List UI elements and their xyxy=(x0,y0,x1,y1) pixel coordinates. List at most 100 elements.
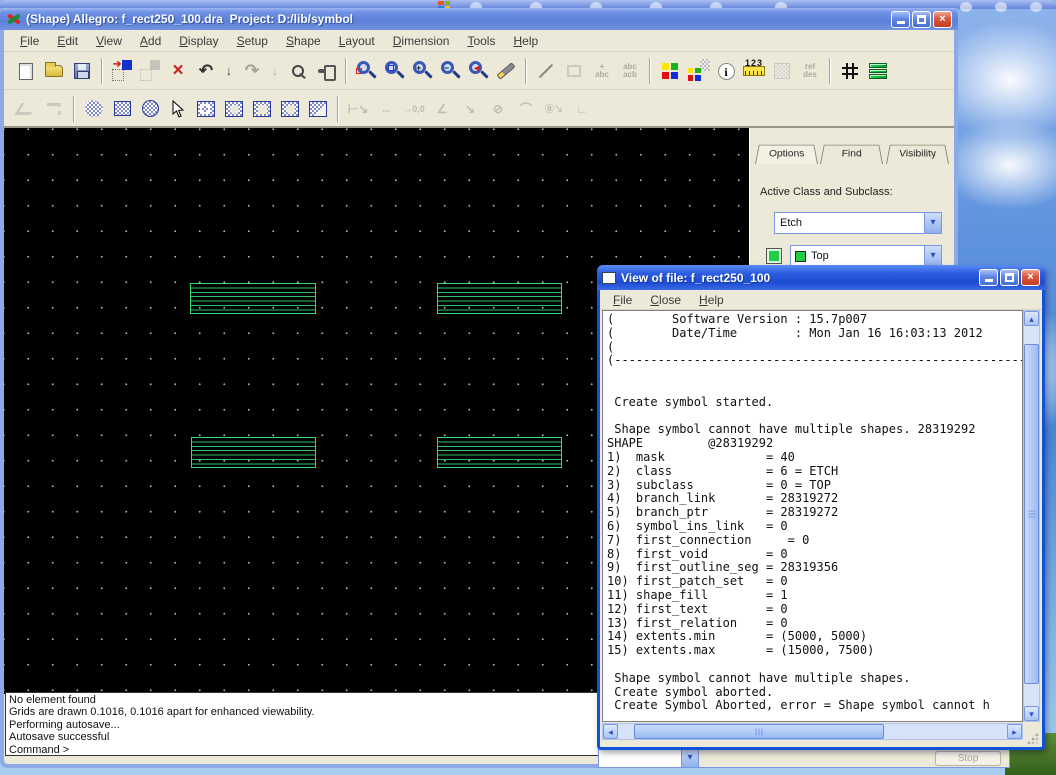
menu-layout[interactable]: Layout xyxy=(331,32,383,50)
edit-text-icon: abcacb xyxy=(623,63,637,79)
dialog-minimize-button[interactable] xyxy=(979,269,998,286)
color-dialog-button[interactable] xyxy=(656,57,684,85)
vertical-scroll-thumb[interactable] xyxy=(1024,344,1039,684)
stop-button[interactable]: Stop xyxy=(935,751,1001,766)
shape-edit-button[interactable] xyxy=(192,95,220,123)
main-titlebar[interactable]: (Shape) Allegro: f_rect250_100.dra Proje… xyxy=(0,8,958,30)
zoom-fit-button[interactable] xyxy=(380,57,408,85)
vertical-scrollbar[interactable]: ▴ ▾ xyxy=(1023,310,1040,722)
zoom-in-button[interactable]: + xyxy=(408,57,436,85)
undo-button[interactable]: ↶ xyxy=(192,57,220,85)
new-drawing-button[interactable] xyxy=(12,57,40,85)
menu-display[interactable]: Display xyxy=(171,32,226,50)
save-drawing-button[interactable] xyxy=(68,57,96,85)
new-file-icon xyxy=(19,63,33,80)
toolbar-separator xyxy=(345,58,347,84)
undo-dropdown-button[interactable]: ↓ xyxy=(220,57,238,85)
menu-help[interactable]: Help xyxy=(505,32,546,50)
open-drawing-button[interactable] xyxy=(40,57,68,85)
close-button[interactable]: × xyxy=(933,11,952,28)
shape-polygon-button[interactable] xyxy=(80,95,108,123)
command-combobox[interactable]: ▾ xyxy=(599,749,699,767)
dialog-menu-help[interactable]: Help xyxy=(692,292,731,308)
pin-icon xyxy=(318,69,334,73)
layers-button[interactable] xyxy=(864,57,892,85)
etch-shape[interactable] xyxy=(191,437,316,468)
scroll-right-button[interactable]: ▸ xyxy=(1007,724,1022,739)
void-circle-button[interactable] xyxy=(276,95,304,123)
etch-shape[interactable] xyxy=(437,437,562,468)
scroll-up-button[interactable]: ▴ xyxy=(1024,311,1039,326)
menu-add[interactable]: Add xyxy=(132,32,169,50)
subclass-color-swatch xyxy=(795,251,806,262)
file-viewer-content[interactable]: ( Software Version : 15.7p007 ( Date/Tim… xyxy=(602,310,1023,722)
void-delete-button[interactable] xyxy=(304,95,332,123)
menu-shape[interactable]: Shape xyxy=(278,32,329,50)
shape-circle-button[interactable] xyxy=(136,95,164,123)
horizontal-scrollbar[interactable]: ◂ ▸ xyxy=(602,723,1023,740)
zoom-previous-icon: ◄ xyxy=(467,60,489,82)
void-delete-icon xyxy=(309,101,327,117)
grid-toggle-button[interactable] xyxy=(836,57,864,85)
menu-view[interactable]: View xyxy=(88,32,130,50)
main-menubar: File Edit View Add Display Setup Shape L… xyxy=(4,30,954,52)
etch-shape[interactable] xyxy=(437,283,562,314)
horizontal-scroll-thumb[interactable] xyxy=(634,724,884,739)
dialog-titlebar[interactable]: View of file: f_rect250_100 × xyxy=(597,265,1045,290)
dialog-menu-close[interactable]: Close xyxy=(643,292,688,308)
dim-diametral-icon: ⊘ xyxy=(493,102,503,116)
save-floppy-icon xyxy=(74,63,90,79)
menu-setup[interactable]: Setup xyxy=(229,32,276,50)
shape-rect-button[interactable] xyxy=(108,95,136,123)
color-priority-button[interactable] xyxy=(684,57,712,85)
zoom-previous-button[interactable]: ◄ xyxy=(464,57,492,85)
minimize-button[interactable] xyxy=(891,11,910,28)
zoom-out-button[interactable]: − xyxy=(436,57,464,85)
dialog-menu-file[interactable]: File xyxy=(606,292,639,308)
chevron-down-icon[interactable]: ▾ xyxy=(681,749,698,767)
chevron-down-icon[interactable]: ▾ xyxy=(924,213,941,233)
element-info-button[interactable]: i xyxy=(712,57,740,85)
delete-button[interactable]: × xyxy=(164,57,192,85)
add-line-button[interactable] xyxy=(532,57,560,85)
scroll-left-button[interactable]: ◂ xyxy=(603,724,618,739)
dialog-close-button[interactable]: × xyxy=(1021,269,1040,286)
void-rect-button[interactable] xyxy=(248,95,276,123)
highlight-button-disabled xyxy=(768,57,796,85)
menu-tools[interactable]: Tools xyxy=(459,32,503,50)
resize-grip[interactable] xyxy=(1026,732,1039,745)
chevron-down-icon[interactable]: ▾ xyxy=(924,246,941,266)
etch-shape[interactable] xyxy=(190,283,316,314)
unrats-button[interactable] xyxy=(312,57,340,85)
document-icon xyxy=(602,272,616,284)
tab-find[interactable]: Find xyxy=(820,145,883,164)
measure-button[interactable]: 123 xyxy=(740,57,768,85)
dim-angular-icon: ∠ xyxy=(437,102,448,116)
oops-button[interactable] xyxy=(284,57,312,85)
dialog-maximize-button[interactable] xyxy=(1000,269,1019,286)
tab-options[interactable]: Options xyxy=(755,145,818,164)
redraw-button[interactable] xyxy=(492,57,520,85)
paste-icon xyxy=(112,69,124,81)
menu-file[interactable]: File xyxy=(12,32,47,50)
void-polygon-button[interactable] xyxy=(220,95,248,123)
zoom-fit-icon xyxy=(383,60,405,82)
subclass-visible-checkbox[interactable] xyxy=(766,248,782,264)
maximize-button[interactable] xyxy=(912,11,931,28)
tab-visibility[interactable]: Visibility xyxy=(886,145,949,164)
select-shape-button[interactable] xyxy=(164,95,192,123)
oops-lasso-icon xyxy=(292,65,304,77)
highlight-icon xyxy=(774,63,790,79)
subclass-value: Top xyxy=(806,250,924,262)
delete-x-icon: × xyxy=(172,60,183,82)
toolbar-separator xyxy=(829,58,831,84)
subclass-dropdown[interactable]: Top ▾ xyxy=(790,245,942,267)
main-window-title: (Shape) Allegro: f_rect250_100.dra Proje… xyxy=(26,12,353,26)
grid-icon xyxy=(842,63,858,79)
scroll-down-button[interactable]: ▾ xyxy=(1024,706,1039,721)
menu-edit[interactable]: Edit xyxy=(49,32,86,50)
class-dropdown[interactable]: Etch ▾ xyxy=(774,212,942,234)
paste-button[interactable]: ➔ xyxy=(108,57,136,85)
menu-dimension[interactable]: Dimension xyxy=(385,32,458,50)
zoom-points-button[interactable] xyxy=(352,57,380,85)
